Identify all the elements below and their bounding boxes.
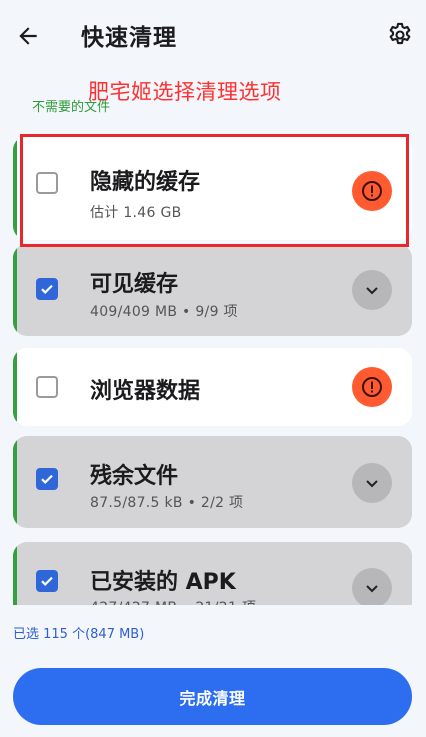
chevron-down-icon [366, 480, 378, 488]
expand-button[interactable] [352, 270, 392, 310]
group-indicator-bar [13, 348, 17, 426]
item-subtitle: 估计 1.46 GB [90, 205, 182, 221]
checkbox-residual-files[interactable] [36, 468, 58, 490]
gear-icon [389, 22, 411, 45]
section-label: 不需要的文件 [32, 100, 111, 115]
check-icon [41, 474, 53, 484]
item-title: 已安装的 APK [90, 570, 236, 595]
item-title: 浏览器数据 [90, 379, 201, 404]
item-subtitle: 409/409 MB • 9/9 项 [90, 304, 238, 320]
expand-button[interactable] [352, 463, 392, 503]
list-item-hidden-cache[interactable]: 隐藏的缓存 估计 1.46 GB [13, 136, 412, 240]
expand-button[interactable] [352, 568, 392, 605]
group-indicator-bar [13, 542, 17, 605]
list-item-installed-apk[interactable]: 已安装的 APK 427/427 MB • 21/21 项 [13, 542, 412, 605]
selected-summary: 已选 115 个(847 MB) [13, 627, 145, 642]
check-icon [41, 284, 53, 294]
cleanup-list[interactable]: 隐藏的缓存 估计 1.46 GB 可见缓存 409/409 MB • 9/9 项 [0, 128, 426, 605]
back-button[interactable] [12, 20, 44, 52]
settings-button[interactable] [384, 19, 416, 51]
item-title: 可见缓存 [90, 272, 179, 297]
checkbox-visible-cache[interactable] [36, 278, 58, 300]
item-title: 隐藏的缓存 [90, 170, 201, 195]
finish-cleanup-button[interactable]: 完成清理 [13, 668, 412, 725]
list-item-visible-cache[interactable]: 可见缓存 409/409 MB • 9/9 项 [13, 244, 412, 336]
item-title: 残余文件 [90, 464, 179, 489]
top-app-bar: 快速清理 [0, 0, 426, 72]
alert-icon[interactable] [352, 171, 392, 211]
chevron-down-icon [366, 287, 378, 295]
group-indicator-bar [13, 136, 17, 240]
checkbox-hidden-cache[interactable] [36, 172, 58, 194]
checkbox-installed-apk[interactable] [36, 570, 58, 592]
item-subtitle: 427/427 MB • 21/21 项 [90, 597, 256, 605]
group-indicator-bar [13, 244, 17, 336]
item-subtitle: 87.5/87.5 kB • 2/2 项 [90, 495, 244, 511]
alert-icon[interactable] [352, 367, 392, 407]
list-item-residual-files[interactable]: 残余文件 87.5/87.5 kB • 2/2 项 [13, 436, 412, 528]
checkbox-browser-data[interactable] [36, 376, 58, 398]
chevron-down-icon [366, 585, 378, 593]
annotation-text: 肥宅姬选择清理选项 [88, 80, 282, 104]
page-title: 快速清理 [81, 25, 177, 51]
check-icon [41, 576, 53, 586]
group-indicator-bar [13, 436, 17, 528]
arrow-left-icon [19, 27, 37, 45]
list-item-browser-data[interactable]: 浏览器数据 [13, 348, 412, 426]
